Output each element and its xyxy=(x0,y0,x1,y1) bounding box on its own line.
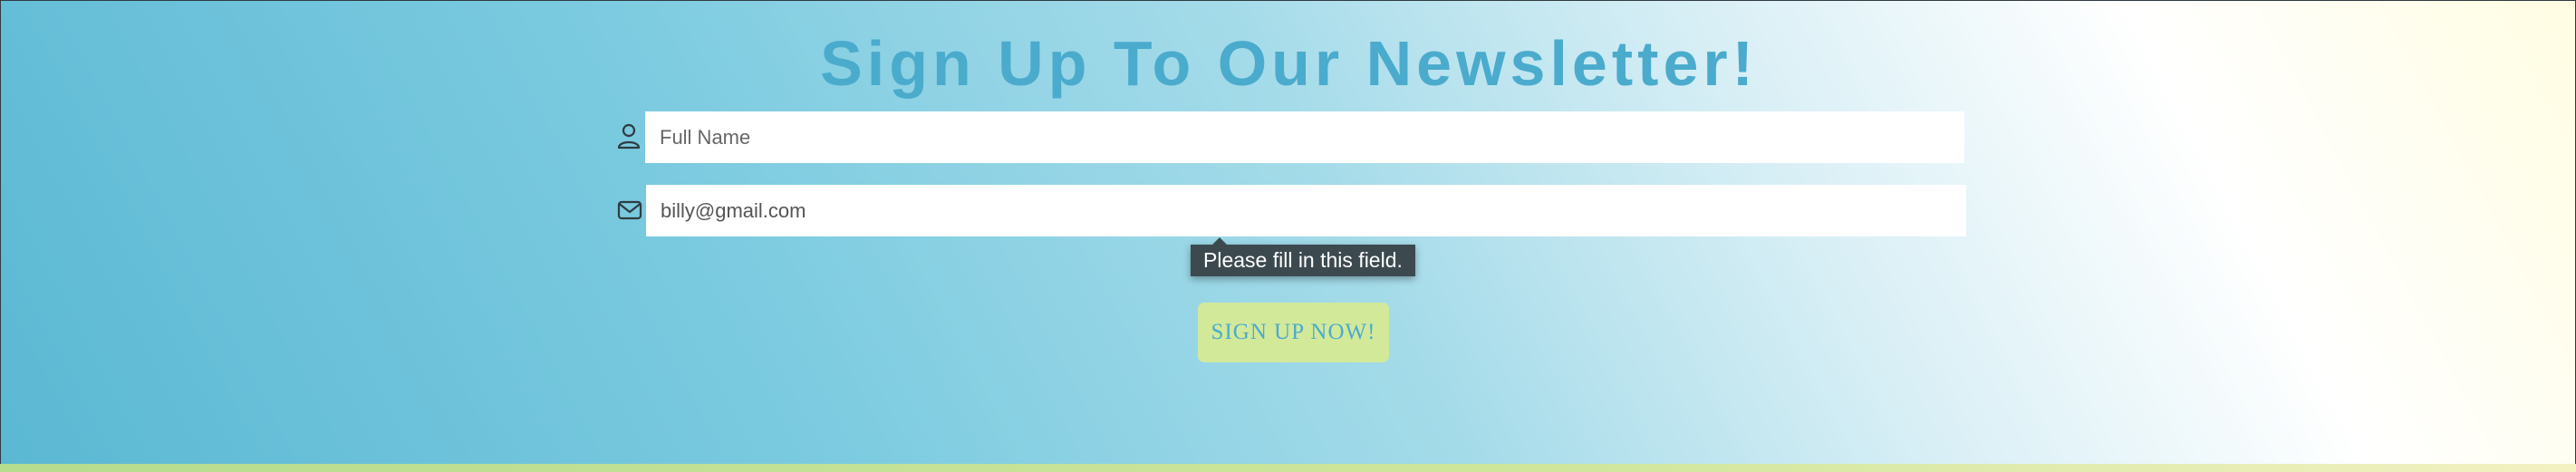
validation-tooltip: Please fill in this field. xyxy=(1191,237,1415,276)
page-title: Sign Up To Our Newsletter! xyxy=(820,28,1758,99)
footer-strip xyxy=(0,464,2576,472)
newsletter-panel: Sign Up To Our Newsletter! Please fill i… xyxy=(0,0,2576,465)
envelope-icon xyxy=(616,197,643,224)
full-name-input[interactable] xyxy=(645,111,1964,163)
email-input[interactable] xyxy=(646,185,1966,236)
user-icon xyxy=(615,122,642,149)
sign-up-button[interactable]: SIGN UP NOW! xyxy=(1198,303,1389,362)
